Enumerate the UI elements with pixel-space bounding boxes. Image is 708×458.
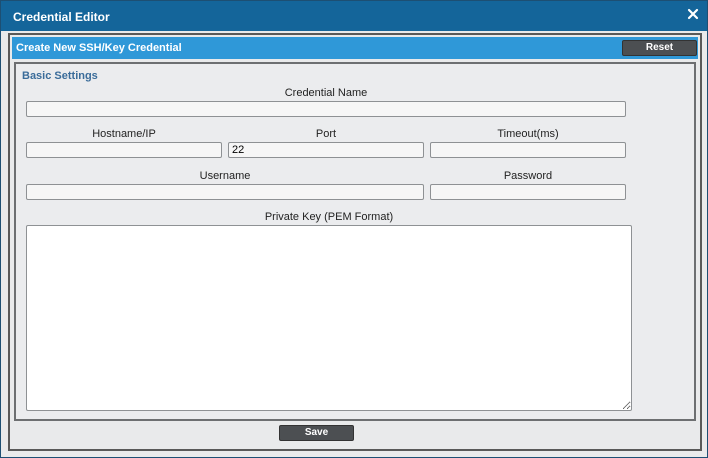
credential-editor-window: Credential Editor Create New SSH/Key Cre… bbox=[0, 0, 708, 458]
private-key-textarea[interactable] bbox=[26, 225, 632, 411]
password-input[interactable] bbox=[430, 184, 626, 200]
window-title: Credential Editor bbox=[13, 10, 110, 24]
title-bar: Credential Editor bbox=[1, 1, 707, 31]
basic-settings-section: Basic Settings Credential Name Hostname/… bbox=[14, 62, 696, 421]
credential-name-label: Credential Name bbox=[284, 87, 368, 99]
editor-frame: Create New SSH/Key Credential Reset Basi… bbox=[8, 33, 702, 451]
close-icon[interactable] bbox=[686, 7, 700, 21]
private-key-label: Private Key (PEM Format) bbox=[264, 211, 394, 223]
port-label: Port bbox=[315, 128, 337, 140]
panel-header: Create New SSH/Key Credential Reset bbox=[12, 37, 698, 59]
save-button[interactable]: Save bbox=[279, 425, 354, 441]
section-title: Basic Settings bbox=[22, 70, 98, 82]
panel-title: Create New SSH/Key Credential bbox=[16, 42, 182, 54]
credential-name-input[interactable] bbox=[26, 101, 626, 117]
username-input[interactable] bbox=[26, 184, 424, 200]
timeout-label: Timeout(ms) bbox=[497, 128, 559, 140]
timeout-input[interactable] bbox=[430, 142, 626, 158]
reset-button[interactable]: Reset bbox=[622, 40, 697, 56]
password-label: Password bbox=[503, 170, 553, 182]
hostname-input[interactable] bbox=[26, 142, 222, 158]
hostname-label: Hostname/IP bbox=[92, 128, 156, 140]
port-input[interactable] bbox=[228, 142, 424, 158]
username-label: Username bbox=[199, 170, 251, 182]
